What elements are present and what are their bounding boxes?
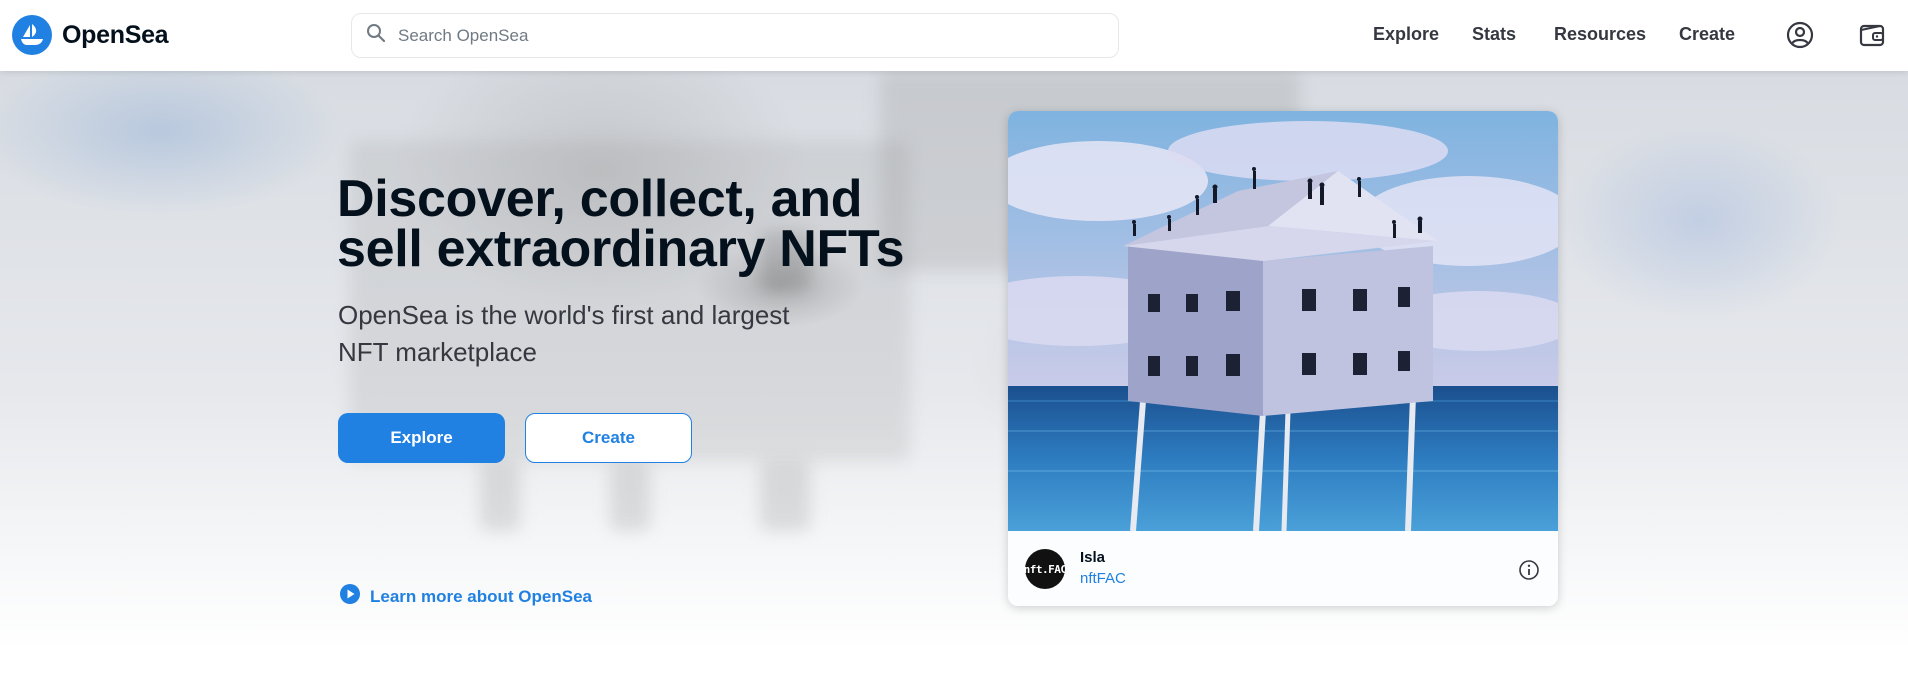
ship-icon: [12, 15, 52, 55]
create-button[interactable]: Create: [525, 413, 692, 463]
learn-more-label: Learn more about OpenSea: [370, 586, 592, 606]
nav-resources[interactable]: Resources: [1554, 24, 1646, 45]
search-bar[interactable]: [351, 13, 1119, 58]
hero-section: Discover, collect, and sell extraordinar…: [0, 71, 1908, 651]
explore-button[interactable]: Explore: [338, 413, 505, 463]
search-input[interactable]: [398, 25, 1098, 46]
wallet-icon[interactable]: [1857, 20, 1887, 50]
search-icon: [366, 23, 386, 48]
nft-title[interactable]: Isla: [1080, 549, 1105, 566]
featured-nft-meta: nft.FAC Isla nftFAC: [1008, 531, 1558, 606]
background-blur-shape: [610, 461, 650, 531]
nav-explore[interactable]: Explore: [1373, 24, 1439, 45]
info-icon[interactable]: [1518, 559, 1540, 581]
account-circle-icon[interactable]: [1785, 20, 1815, 50]
top-navbar: OpenSea Explore Stats Resources Create: [0, 0, 1908, 71]
hero-headline: Discover, collect, and sell extraordinar…: [337, 170, 905, 278]
nav-create[interactable]: Create: [1679, 24, 1735, 45]
hero-subheadline: OpenSea is the world's first and largest…: [338, 300, 790, 367]
featured-nft-card[interactable]: nft.FAC Isla nftFAC: [1008, 111, 1558, 606]
background-blur-shape: [760, 461, 810, 531]
painting-house-on-stilts-image[interactable]: [1008, 111, 1558, 532]
background-blur-shape: [480, 461, 520, 531]
nft-creator-link[interactable]: nftFAC: [1080, 570, 1126, 587]
brand-name: OpenSea: [62, 20, 169, 49]
learn-more-link[interactable]: Learn more about OpenSea: [339, 583, 592, 610]
play-circle-icon: [339, 583, 361, 610]
creator-avatar[interactable]: nft.FAC: [1024, 549, 1067, 589]
brand-home-link[interactable]: OpenSea: [12, 15, 169, 55]
nav-stats[interactable]: Stats: [1472, 24, 1516, 45]
